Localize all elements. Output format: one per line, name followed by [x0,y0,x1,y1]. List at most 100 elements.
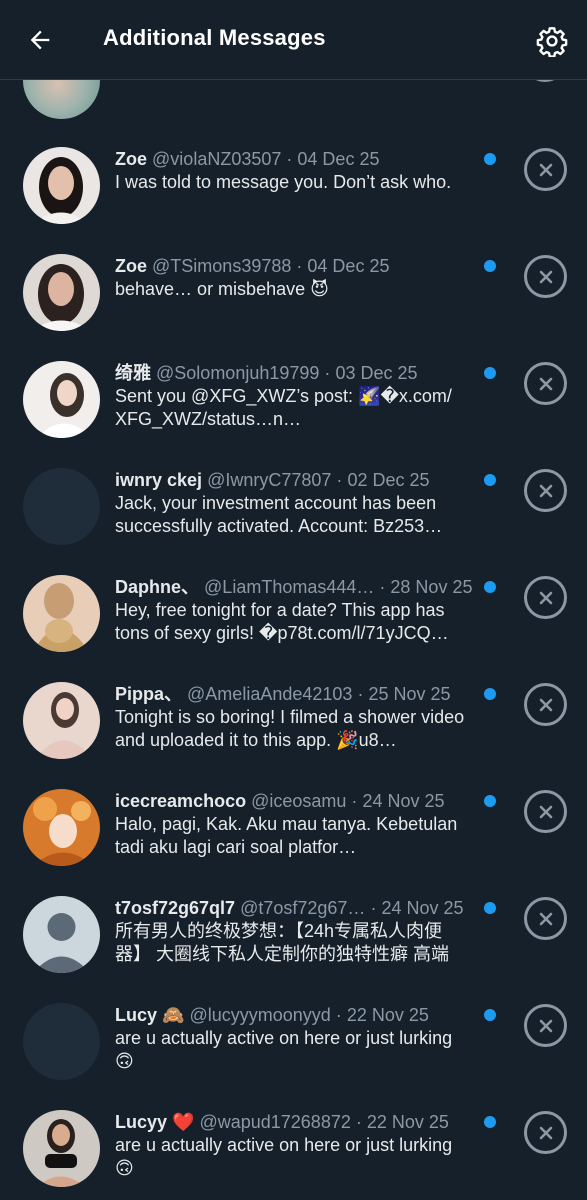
list-item[interactable]: t7osf72g67ql7 @t7osf72g67… · 24 Nov 25 所… [0,870,587,977]
unread-indicator [484,367,496,379]
message-snippet: Sent you @XFG_XWZ’s post: 🌠�x.com/ XFG_X… [115,386,452,429]
sender-name: Zoe [115,149,148,169]
dismiss-button[interactable] [524,897,567,940]
message-date: 04 Dec 25 [297,149,380,169]
settings-button[interactable] [532,21,572,61]
avatar [23,361,100,438]
sender-handle: @LiamThomas444… [204,577,375,597]
unread-indicator [484,474,496,486]
gear-icon [536,27,568,57]
sender-name: icecreamchoco [115,791,247,811]
separator-dot: · [357,684,364,704]
list-item[interactable]: Lucyy ❤️ @wapud17268872 · 22 Nov 25 are … [0,1084,587,1191]
sender-handle: @wapud17268872 [199,1112,351,1132]
separator-dot: · [351,791,358,811]
sender-name: Lucy 🙈 [115,1005,185,1025]
list-item[interactable]: Zoe @violaNZ03507 · 04 Dec 25 I was told… [0,121,587,228]
message-snippet: are u actually active on here or just lu… [115,1028,453,1071]
message-date: 28 Nov 25 [390,577,473,597]
unread-indicator [484,1116,496,1128]
arrow-left-icon [30,30,50,50]
message-snippet: Hey, free tonight for a date? This app h… [115,600,449,643]
close-icon [539,377,552,390]
sender-name: t7osf72g67ql7 [115,898,236,918]
avatar [23,1110,100,1187]
dismiss-button[interactable] [524,469,567,512]
dismiss-button[interactable] [524,683,567,726]
separator-dot: · [355,1112,362,1132]
message-snippet: I was told to message you. Don’t ask who… [115,172,452,192]
list-item[interactable]: icecreamchoco @iceosamu · 24 Nov 25 Halo… [0,763,587,870]
close-icon [539,591,552,604]
message-date: 04 Dec 25 [307,256,390,276]
avatar [23,682,100,759]
message-date: 22 Nov 25 [346,1005,429,1025]
separator-dot: · [379,577,386,597]
dismiss-button[interactable] [524,790,567,833]
list-item[interactable]: 绮雅 @Solomonjuh19799 · 03 Dec 25 Sent you… [0,335,587,442]
message-snippet: 所有男人的终极梦想：【24h专属私人肉便器】 大圈线下私人定制你的独特性癖 高端… [115,921,450,968]
separator-dot: · [370,898,377,918]
separator-dot: · [296,256,303,276]
sender-name: 绮雅 [115,363,151,383]
avatar [23,147,100,224]
avatar [23,468,100,545]
close-icon [539,484,552,497]
close-icon [539,1019,552,1032]
separator-dot: · [286,149,293,169]
dismiss-button[interactable] [524,148,567,191]
unread-indicator [484,153,496,165]
separator-dot: · [336,470,343,490]
close-icon [539,805,552,818]
avatar [23,789,100,866]
message-list: Zoe @violaNZ03507 · 04 Dec 25 I was told… [0,121,587,1191]
list-item[interactable]: Pippa、 @AmeliaAnde42103 · 25 Nov 25 Toni… [0,656,587,763]
avatar [23,896,100,973]
unread-indicator [484,260,496,272]
dismiss-button[interactable] [524,576,567,619]
close-icon [539,1126,552,1139]
message-date: 24 Nov 25 [362,791,445,811]
message-snippet: are u actually active on here or just lu… [115,1135,453,1178]
sender-handle: @IwnryC77807 [207,470,332,490]
unread-indicator [484,902,496,914]
message-snippet: Halo, pagi, Kak. Aku mau tanya. Kebetula… [115,814,458,857]
close-icon [539,698,552,711]
separator-dot: · [335,1005,342,1025]
dismiss-button[interactable] [524,362,567,405]
sender-name: Zoe [115,256,148,276]
dismiss-button[interactable] [524,1004,567,1047]
list-item[interactable]: iwnry ckej @IwnryC77807 · 02 Dec 25 Jack… [0,442,587,549]
message-snippet: behave… or misbehave 😈 [115,279,329,299]
unread-indicator [484,795,496,807]
sender-name: Pippa、 [115,684,183,704]
sender-handle: @TSimons39788 [152,256,292,276]
dismiss-button[interactable] [524,1111,567,1154]
avatar [23,575,100,652]
page-title: Additional Messages [103,25,326,50]
avatar [23,254,100,331]
unread-indicator [484,581,496,593]
back-button[interactable] [22,22,58,58]
sender-handle: @iceosamu [251,791,347,811]
close-icon [539,270,552,283]
message-date: 25 Nov 25 [368,684,451,704]
top-app-bar: Additional Messages [0,0,587,80]
default-avatar-icon [23,896,100,973]
message-date: 03 Dec 25 [335,363,418,383]
list-item[interactable]: Zoe @TSimons39788 · 04 Dec 25 behave… or… [0,228,587,335]
sender-handle: @Solomonjuh19799 [156,363,320,383]
sender-name: Lucyy ❤️ [115,1112,195,1132]
separator-dot: · [324,363,331,383]
message-date: 24 Nov 25 [381,898,464,918]
sender-handle: @violaNZ03507 [152,149,282,169]
sender-handle: @AmeliaAnde42103 [187,684,353,704]
sender-name: iwnry ckej [115,470,203,490]
message-date: 02 Dec 25 [347,470,430,490]
list-item[interactable]: Lucy 🙈 @lucyyymoonyyd · 22 Nov 25 are u … [0,977,587,1084]
avatar [23,1003,100,1080]
list-item[interactable]: Daphne、 @LiamThomas444… · 28 Nov 25 Hey,… [0,549,587,656]
close-icon [539,163,552,176]
dismiss-button[interactable] [524,255,567,298]
sender-handle: @lucyyymoonyyd [189,1005,331,1025]
